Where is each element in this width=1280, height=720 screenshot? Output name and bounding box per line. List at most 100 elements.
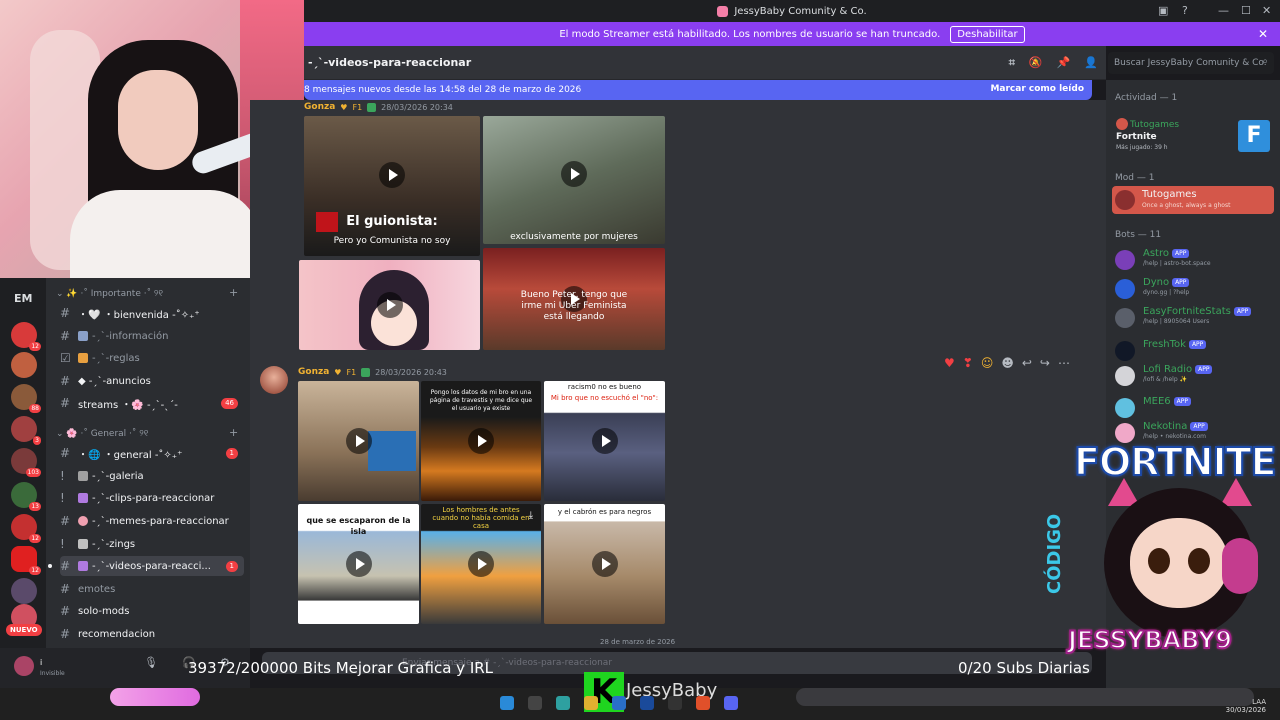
pin-icon[interactable]: 📌 (1057, 56, 1071, 70)
video-attachment[interactable]: Los hombres de antes cuando no había com… (421, 504, 541, 624)
channel-item[interactable]: # ・🌐 ・general -˚✧₊⁺ 1 (60, 443, 244, 463)
play-icon[interactable] (468, 551, 494, 577)
download-icon[interactable]: ⤓ (529, 510, 533, 521)
video-attachment[interactable]: Bueno Peter, tengo que irme mi Uber Femi… (483, 248, 665, 350)
server-icon[interactable] (11, 352, 37, 378)
banner-close-icon[interactable]: ✕ (1258, 27, 1268, 41)
video-attachment[interactable]: El guionista: Pero yo Comunista no soy (304, 116, 480, 256)
store-icon[interactable] (612, 696, 626, 710)
member-status: /help • nekotina.com (1143, 433, 1206, 440)
server-icon[interactable]: 13 (11, 482, 41, 511)
member-item-bot[interactable]: MEE6 APP (1115, 396, 1275, 418)
server-icon[interactable]: 103 (11, 448, 41, 477)
channel-item[interactable]: # recomendacion (60, 624, 244, 644)
channel-item-active[interactable]: # -ˏˋ-videos-para-reacci... 1 (60, 556, 244, 576)
video-caption: Los hombres de antes cuando no había com… (432, 506, 530, 530)
channel-item[interactable]: ☑ -ˏˋ-reglas (60, 348, 244, 368)
channel-label: recomendacion (78, 628, 156, 640)
server-icon[interactable] (11, 578, 37, 604)
channel-item[interactable]: # solo-mods (60, 601, 244, 621)
play-icon[interactable] (379, 161, 405, 188)
channel-item[interactable]: # ◆ -ˏˋ-anuncios (60, 371, 244, 391)
video-attachment[interactable]: racism0 no es bueno Mi bro que no escuch… (544, 381, 665, 501)
disable-streamer-button[interactable]: Deshabilitar (950, 25, 1025, 43)
threads-icon[interactable]: ⌗ (1009, 56, 1015, 70)
video-attachment[interactable]: exclusivamente por mujeres (483, 116, 665, 244)
member-item-bot[interactable]: Dyno APP dyno.gg | ?help (1115, 277, 1275, 299)
new-messages-bar[interactable]: 8 mensajes nuevos desde las 14:58 del 28… (304, 80, 1092, 100)
server-icon[interactable]: 12 (11, 322, 41, 351)
channel-item[interactable]: ! -ˏˋ-zings (60, 534, 244, 554)
add-reaction-icon[interactable]: ☻ (1001, 356, 1014, 370)
play-icon[interactable] (376, 292, 403, 318)
server-icon[interactable]: 12 (11, 514, 41, 543)
search-input[interactable]: Buscar JessyBaby Comunity & Co. ⌕ (1108, 52, 1274, 74)
microphone-icon[interactable]: 🎙 (144, 656, 158, 669)
server-badge: 88 (29, 404, 41, 413)
server-icon[interactable]: 3 (11, 416, 41, 445)
search-icon[interactable] (528, 696, 542, 710)
folder-icon[interactable] (584, 696, 598, 710)
channel-item[interactable]: # -ˏˋ-memes-para-reaccionar (60, 511, 244, 531)
play-icon[interactable] (345, 551, 372, 577)
member-item-bot[interactable]: EasyFortniteStats APP /help | 8905064 Use… (1115, 306, 1275, 328)
hearts-reaction-icon[interactable]: ❣ (963, 356, 973, 370)
edge-icon[interactable] (556, 696, 570, 710)
member-name: Dyno (1143, 277, 1170, 288)
reply-icon[interactable]: ↩ (1022, 356, 1032, 370)
category-general[interactable]: ⌄ 🌸 ·˚ General ·˚ ୨୧ (56, 429, 148, 439)
avatar[interactable] (260, 366, 288, 394)
activity-card[interactable]: Tutogames Fortnite Más jugado: 39 h F (1112, 114, 1274, 158)
video-attachment[interactable]: que se escaparon de la isla (298, 504, 419, 624)
member-item-mod[interactable]: Tutogames Once a ghost, always a ghost (1112, 186, 1274, 214)
video-attachment[interactable]: y el cabrón es para negros (544, 504, 665, 624)
channel-item[interactable]: # -ˏˋ-información (60, 326, 244, 346)
video-attachment[interactable] (298, 381, 419, 501)
video-attachment[interactable]: Pongo los datos de mi bro en una página … (421, 381, 541, 501)
help-icon[interactable]: ? (1182, 4, 1188, 17)
member-item-bot[interactable]: Astro APP /help | astro-bot.space (1115, 248, 1275, 270)
minimize-icon[interactable]: — (1218, 4, 1229, 17)
play-icon[interactable] (468, 428, 494, 454)
server-icon[interactable]: 12 (11, 546, 41, 575)
inbox-icon[interactable]: ▣ (1158, 4, 1168, 17)
discord-icon[interactable] (724, 696, 738, 710)
new-badge: NUEVO (6, 624, 42, 636)
author-name[interactable]: Gonza (304, 102, 335, 112)
user-status: Invisible (40, 670, 65, 677)
channel-item[interactable]: ! -ˏˋ-clips-para-reaccionar (60, 488, 244, 508)
obs-icon[interactable] (668, 696, 682, 710)
play-icon[interactable] (591, 551, 618, 577)
avatar[interactable] (14, 656, 34, 676)
avatar (1115, 250, 1135, 270)
add-channel-icon[interactable]: + (229, 286, 238, 299)
system-tray[interactable]: LAA 30/03/2026 (1226, 698, 1266, 714)
channel-item[interactable]: ! -ˏˋ-galeria (60, 466, 244, 486)
server-icon[interactable]: 88 (11, 384, 41, 413)
play-icon[interactable] (345, 428, 372, 454)
channel-item[interactable]: # streams ・🌸 -ˏˋ-ˎˊ- 46 (60, 393, 244, 413)
forward-icon[interactable]: ↪ (1040, 356, 1050, 370)
play-icon[interactable] (561, 160, 587, 187)
close-window-icon[interactable]: ✕ (1262, 4, 1271, 17)
member-item-bot[interactable]: Lofi Radio APP /lofi & /help ✨ (1115, 364, 1275, 386)
smile-reaction-icon[interactable]: ☺ (981, 356, 994, 370)
start-icon[interactable] (500, 696, 514, 710)
member-item-bot[interactable]: FreshTok APP (1115, 339, 1275, 361)
category-importante[interactable]: ⌄ ✨ ·˚ Importante ·˚ ୨୧ (56, 289, 163, 299)
more-options-icon[interactable]: ⋯ (1058, 356, 1070, 370)
add-channel-icon[interactable]: + (229, 426, 238, 439)
app-icon[interactable] (640, 696, 654, 710)
heart-reaction-icon[interactable]: ♥ (944, 356, 955, 370)
author-name[interactable]: Gonza (298, 367, 329, 377)
brave-icon[interactable] (696, 696, 710, 710)
video-attachment[interactable] (299, 260, 480, 350)
maximize-icon[interactable]: ☐ (1241, 4, 1251, 17)
notifications-icon[interactable]: 🔕 (1029, 56, 1043, 70)
channel-item[interactable]: # emotes (60, 579, 244, 599)
channel-item[interactable]: # ・🤍 ・bienvenida -˚✧₊⁺ (60, 303, 244, 323)
members-icon[interactable]: 👤 (1084, 56, 1098, 70)
timestamp: 28/03/2026 20:34 (381, 102, 453, 112)
mark-read-button[interactable]: Marcar como leído (990, 84, 1084, 94)
play-icon[interactable] (591, 428, 618, 454)
